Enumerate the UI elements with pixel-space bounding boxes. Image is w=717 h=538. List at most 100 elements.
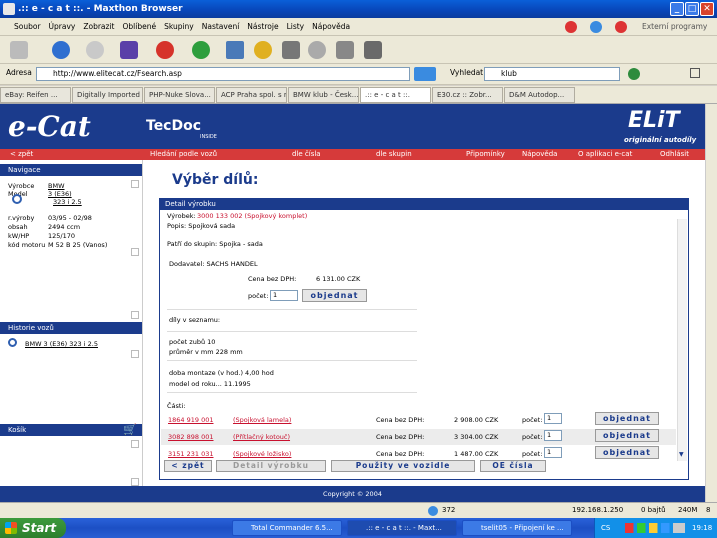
go-icon[interactable]	[414, 67, 436, 81]
product-description: Popis: Spojková sada	[167, 222, 236, 230]
tray-icons[interactable]	[625, 523, 685, 533]
menu-item-3[interactable]: Oblíbené	[119, 18, 161, 36]
sidebar-checkbox[interactable]	[131, 180, 139, 188]
favorites-icon[interactable]	[120, 41, 138, 59]
search-icon[interactable]	[12, 194, 22, 204]
task-browser[interactable]: .:: e - c a t ::. - Maxt...	[347, 520, 457, 536]
menu-item-8[interactable]: Nápověda	[308, 18, 354, 36]
elit-tagline: originální autodíly	[624, 136, 697, 144]
search-input[interactable]: klub	[484, 67, 620, 81]
refresh-icon[interactable]	[192, 41, 210, 59]
nav-logout[interactable]: Odhlásit	[660, 149, 689, 160]
part-qty-input[interactable]: 1	[544, 430, 562, 441]
close-button[interactable]: ✕	[700, 2, 714, 16]
nav-about[interactable]: O aplikaci e-cat	[578, 149, 632, 160]
back-button[interactable]: < zpět	[164, 460, 212, 472]
part-name[interactable]: (Spojková lamela)	[233, 416, 291, 424]
page-icon[interactable]	[690, 68, 700, 78]
sidebar-checkbox[interactable]	[131, 350, 139, 358]
history-item[interactable]: BMW 3 (E36) 323 i 2.5	[25, 340, 98, 348]
stop-icon[interactable]	[565, 21, 577, 33]
language-indicator[interactable]: CS	[601, 518, 610, 538]
nav-by-group[interactable]: dle skupin	[376, 149, 412, 160]
used-in-vehicle-button[interactable]: Použity ve vozidle	[331, 460, 475, 472]
sidebar-checkbox[interactable]	[131, 311, 139, 319]
part-code[interactable]: 3151 231 031	[168, 450, 214, 458]
search-icon[interactable]	[8, 338, 17, 347]
back-icon[interactable]	[52, 41, 70, 59]
browser-tab[interactable]: E30.cz :: Zobr...	[432, 87, 503, 103]
page-title: Výběr dílů:	[172, 172, 259, 188]
external-programs-menu[interactable]: Externí programy	[638, 18, 711, 36]
nav-search-by-vehicle[interactable]: Hledání podle vozů	[150, 149, 217, 160]
part-qty-input[interactable]: 1	[544, 447, 562, 458]
oe-numbers-button[interactable]: OE čísla	[480, 460, 546, 472]
browser-tab[interactable]: Digitally Imported I	[72, 87, 143, 103]
minimize-button[interactable]: _	[670, 2, 684, 16]
menu-item-2[interactable]: Zobrazit	[79, 18, 118, 36]
task-total-commander[interactable]: Total Commander 6.5...	[232, 520, 342, 536]
page-scrollbar[interactable]	[705, 104, 717, 502]
menu-item-4[interactable]: Skupiny	[160, 18, 198, 36]
start-button[interactable]: Start	[0, 518, 66, 538]
sidebar-checkbox[interactable]	[131, 440, 139, 448]
menu-item-1[interactable]: Úpravy	[45, 18, 80, 36]
copyright: Copyright © 2004	[0, 486, 705, 502]
scroll-down-arrow[interactable]: ▼	[679, 451, 684, 458]
maximize-button[interactable]: □	[685, 2, 699, 16]
parts-in-list-label: díly v seznamu:	[169, 316, 221, 324]
nav-help[interactable]: Nápověda	[522, 149, 557, 160]
forward-icon[interactable]	[86, 41, 104, 59]
close-tab-icon[interactable]	[615, 21, 627, 33]
browser-tab[interactable]: ACP Praha spol. s r.	[216, 87, 287, 103]
cart-icon[interactable]: 🛒	[123, 424, 137, 436]
sidebar-checkbox[interactable]	[131, 478, 139, 486]
task-remote-desktop[interactable]: tselit05 - Připojení ke ...	[462, 520, 572, 536]
browser-tab[interactable]: BMW klub - Česk...	[288, 87, 359, 103]
menu-item-5[interactable]: Nastavení	[198, 18, 244, 36]
search-engine-icon[interactable]	[628, 68, 640, 80]
nav-feedback[interactable]: Připomínky	[466, 149, 505, 160]
menu-item-0[interactable]: Soubor	[10, 18, 45, 36]
part-order-button[interactable]: objednat	[595, 412, 659, 425]
part-code[interactable]: 3082 898 001	[168, 433, 214, 441]
screenshot-icon[interactable]	[282, 41, 300, 59]
home-icon[interactable]	[226, 41, 244, 59]
vehicle-info-value[interactable]: BMW	[48, 182, 65, 190]
sidebar-checkbox[interactable]	[131, 248, 139, 256]
tools-icon[interactable]	[336, 41, 354, 59]
browser-tab[interactable]: PHP-Nuke Slova...	[144, 87, 215, 103]
new-tab-icon[interactable]	[10, 41, 28, 59]
light-bulb-icon[interactable]	[254, 41, 272, 59]
detail-scrollbar[interactable]: ▼	[677, 219, 687, 461]
menu-item-6[interactable]: Nástroje	[243, 18, 282, 36]
part-name[interactable]: (Spojkové ložisko)	[233, 450, 291, 458]
vehicle-info-value[interactable]: 3 (E36)	[48, 190, 72, 198]
product-detail-button[interactable]: Detail výrobku	[216, 460, 326, 472]
part-order-button[interactable]: objednat	[595, 446, 659, 459]
nav-back[interactable]: < zpět	[10, 149, 33, 160]
refresh-icon[interactable]	[590, 21, 602, 33]
product-detail-panel: Detail výrobku Výrobek: 3000 133 002 (Sp…	[159, 198, 689, 480]
browser-tab[interactable]: D&M Autodop...	[504, 87, 575, 103]
order-button[interactable]: objednat	[302, 289, 367, 302]
vehicle-info-value[interactable]: 323 i 2.5	[53, 198, 82, 206]
stop-icon[interactable]	[156, 41, 174, 59]
address-input[interactable]: http://www.elitecat.cz/Fsearch.asp	[36, 67, 410, 81]
vehicle-info-key: kód motoru	[8, 241, 46, 249]
qty-input[interactable]: 1	[270, 290, 298, 301]
site-nav: < zpět Hledání podle vozů dle čísla dle …	[0, 149, 705, 160]
part-name[interactable]: (Přítlačný kotouč)	[233, 433, 290, 441]
cart-header: Košík	[0, 424, 142, 436]
magic-wand-icon[interactable]	[308, 41, 326, 59]
part-order-button[interactable]: objednat	[595, 429, 659, 442]
status-memory: 240M	[678, 506, 698, 514]
part-code[interactable]: 1864 919 001	[168, 416, 214, 424]
nav-by-number[interactable]: dle čísla	[292, 149, 321, 160]
toolbar	[0, 36, 717, 64]
browser-tab[interactable]: .:: e - c a t ::.	[360, 87, 431, 103]
plugin-icon[interactable]	[364, 41, 382, 59]
menu-item-7[interactable]: Listy	[283, 18, 309, 36]
browser-tab[interactable]: eBay: Reifen ...	[0, 87, 71, 103]
part-qty-input[interactable]: 1	[544, 413, 562, 424]
